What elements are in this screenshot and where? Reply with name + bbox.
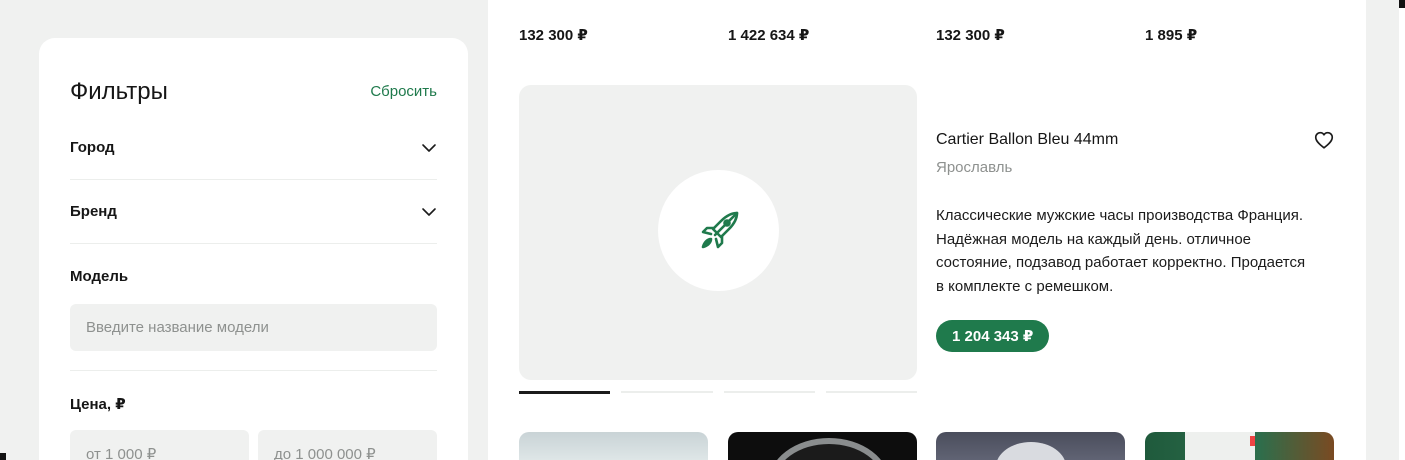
carousel-dot-active[interactable] bbox=[519, 391, 611, 394]
brand-dropdown[interactable]: Бренд bbox=[70, 180, 437, 244]
product-image[interactable] bbox=[519, 85, 917, 380]
price-from-input[interactable]: от 1 000 ₽ bbox=[70, 430, 249, 460]
chevron-down-icon bbox=[422, 207, 436, 216]
page-edge bbox=[1399, 0, 1405, 460]
model-input-placeholder: Введите название модели bbox=[86, 319, 269, 336]
rocket-icon bbox=[701, 211, 738, 248]
listing-price: 1 422 634 ₽ bbox=[728, 27, 810, 44]
filters-title: Фильтры bbox=[70, 78, 168, 105]
price-from-placeholder: от 1 000 ₽ bbox=[86, 445, 157, 460]
city-dropdown[interactable]: Город bbox=[70, 116, 437, 180]
carousel-dot[interactable] bbox=[723, 391, 815, 393]
model-label: Модель bbox=[70, 268, 129, 285]
image-carousel-indicator bbox=[519, 391, 917, 394]
model-input[interactable]: Введите название модели bbox=[70, 304, 437, 351]
listing-area: 132 300 ₽ 1 422 634 ₽ 132 300 ₽ 1 895 ₽ … bbox=[488, 0, 1366, 460]
listing-price: 1 895 ₽ bbox=[1145, 27, 1198, 44]
carousel-dot[interactable] bbox=[621, 391, 713, 393]
price-badge: 1 204 343 ₽ bbox=[936, 320, 1050, 352]
product-description: Классические мужские часы производства Ф… bbox=[936, 207, 1306, 295]
filters-panel: Фильтры Сбросить Город Бренд Модель Введ… bbox=[39, 38, 468, 460]
carousel-dot[interactable] bbox=[825, 391, 917, 393]
heart-icon[interactable] bbox=[1313, 129, 1335, 151]
product-thumbnail[interactable] bbox=[519, 432, 708, 460]
product-thumbnail[interactable] bbox=[1145, 432, 1334, 460]
chevron-down-icon bbox=[422, 143, 436, 152]
price-to-input[interactable]: до 1 000 000 ₽ bbox=[258, 430, 437, 460]
listing-price: 132 300 ₽ bbox=[519, 27, 588, 44]
divider bbox=[70, 370, 437, 371]
reset-filters-button[interactable]: Сбросить bbox=[370, 83, 437, 100]
listing-price: 132 300 ₽ bbox=[936, 27, 1005, 44]
price-to-placeholder: до 1 000 000 ₽ bbox=[274, 445, 376, 460]
city-label: Город bbox=[70, 139, 115, 156]
product-thumbnail[interactable] bbox=[936, 432, 1125, 460]
image-placeholder bbox=[658, 170, 779, 291]
brand-label: Бренд bbox=[70, 203, 117, 220]
price-label: Цена, ₽ bbox=[70, 396, 126, 413]
product-thumbnail[interactable] bbox=[728, 432, 917, 460]
product-title[interactable]: Cartier Ballon Bleu 44mm bbox=[936, 131, 1118, 149]
edge-marker bbox=[0, 453, 6, 460]
product-city: Ярославль bbox=[936, 159, 1013, 176]
